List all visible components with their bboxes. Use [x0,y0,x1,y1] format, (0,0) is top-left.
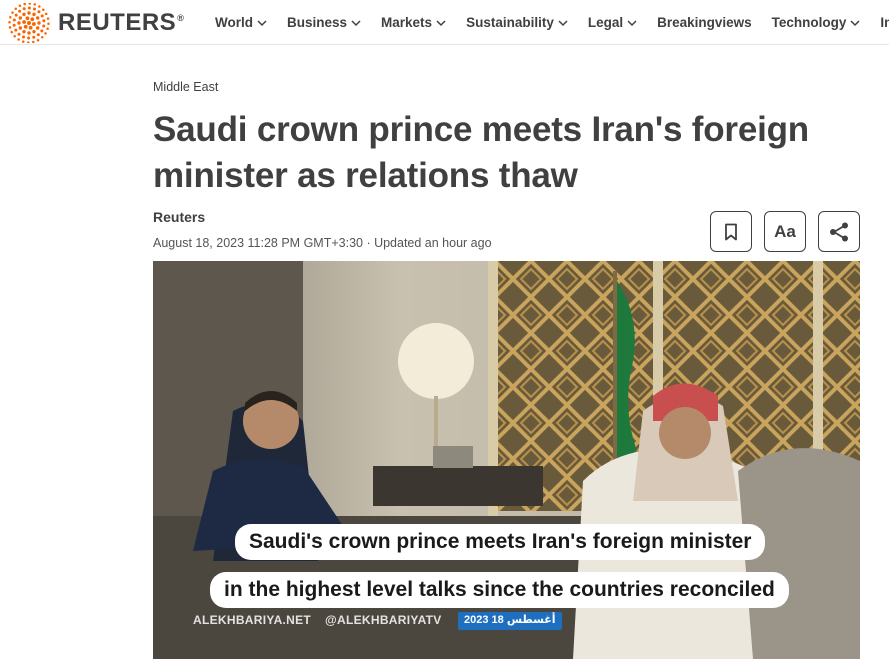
nav-item-sustainability[interactable]: Sustainability [466,15,568,30]
nav-item-technology[interactable]: Technology [772,15,861,30]
nav-item-business[interactable]: Business [287,15,361,30]
watermark-date-badge: 2023 18 أغسطس [458,612,562,630]
nav-item-legal[interactable]: Legal [588,15,637,30]
chevron-down-icon [850,15,860,30]
watermark-site: ALEKHBARIYA.NET [193,613,312,627]
nav-item-investigations[interactable]: Investi [880,15,889,30]
bookmark-button[interactable] [710,211,752,252]
lead-video-player[interactable]: Saudi's crown prince meets Iran's foreig… [153,261,860,659]
section-link[interactable]: Middle East [153,80,218,94]
chevron-down-icon [436,15,446,30]
watermark-handle: @ALEKHBARIYATV [325,613,442,627]
font-size-label: Aa [774,221,796,241]
reuters-logo-mark-icon [8,3,50,43]
publish-dateline: August 18, 2023 11:28 PM GMT+3:30 · Upda… [153,236,492,250]
chevron-down-icon [558,15,568,30]
nav-item-breakingviews[interactable]: Breakingviews [657,15,752,30]
chevron-down-icon [257,15,267,30]
share-button[interactable] [818,211,860,252]
bookmark-icon [725,223,737,240]
author-link[interactable]: Reuters [153,209,205,225]
chevron-down-icon [627,15,637,30]
nav-item-markets[interactable]: Markets [381,15,446,30]
font-size-button[interactable]: Aa [764,211,806,252]
reuters-logo[interactable]: REUTERS® [6,3,184,43]
page-title: Saudi crown prince meets Iran's foreign … [153,110,809,195]
chevron-down-icon [351,15,361,30]
brand-name: REUTERS® [58,9,185,36]
video-caption-line-1: Saudi's crown prince meets Iran's foreig… [235,524,766,560]
nav-item-world[interactable]: World [215,15,267,30]
main-nav: World Business Markets Sustainability Le… [215,15,889,30]
share-icon [830,222,848,241]
video-caption-line-2: in the highest level talks since the cou… [210,572,789,608]
top-navigation-bar: REUTERS® World Business Markets Sustaina… [0,0,889,45]
